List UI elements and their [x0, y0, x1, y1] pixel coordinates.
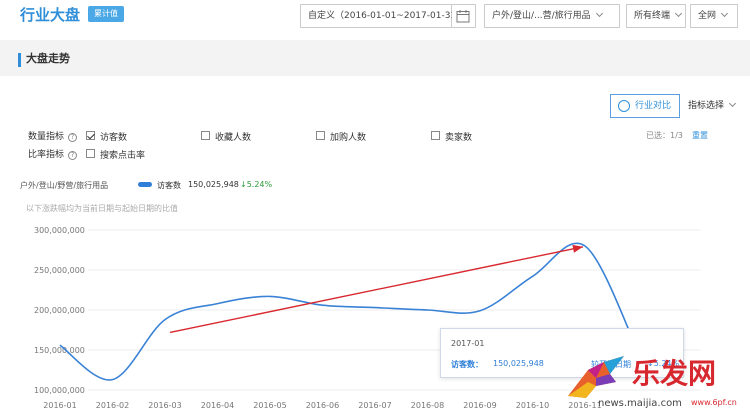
- page-title: 行业大盘: [20, 6, 81, 24]
- y-tick-label: 250,000,000: [34, 266, 85, 275]
- y-tick-label: 300,000,000: [34, 226, 85, 235]
- help-icon[interactable]: ?: [68, 151, 78, 160]
- category-select-text: 户外/登山/...营/旅行用品: [492, 11, 591, 21]
- legend-series-name[interactable]: 访客数: [157, 180, 181, 191]
- tooltip-value: 150,025,948: [493, 359, 544, 368]
- channel-select[interactable]: 全网: [690, 4, 738, 28]
- terminal-select-text: 所有终端: [634, 11, 671, 21]
- x-tick-label: 2016-02: [96, 401, 129, 410]
- top-bar: 行业大盘 累计值 自定义（2016-01-01~2017-01-31） 户外/登…: [0, 0, 750, 32]
- section-header: 大盘走势: [0, 40, 750, 76]
- help-icon[interactable]: ?: [68, 133, 78, 142]
- checkbox-favorites[interactable]: [201, 131, 210, 140]
- date-range-text: 自定义（2016-01-01~2017-01-31）: [308, 11, 466, 21]
- legend-series-value: 150,025,948: [188, 180, 239, 189]
- chevron-down-icon: [720, 9, 729, 18]
- tooltip-date: 2017-01: [451, 339, 485, 348]
- category-select[interactable]: 户外/登山/...营/旅行用品: [484, 4, 620, 28]
- down-arrow-icon: ↓: [240, 180, 247, 189]
- cumulative-badge[interactable]: 累计值: [88, 6, 124, 22]
- section-title: 大盘走势: [26, 52, 70, 65]
- checkbox-label-sellers: 卖家数: [445, 133, 473, 143]
- checkbox-search-ctr[interactable]: [86, 149, 95, 158]
- industry-compare-button[interactable]: 行业对比: [610, 94, 680, 118]
- x-tick-label: 2016-07: [358, 401, 391, 410]
- checkbox-visitors[interactable]: [86, 131, 95, 140]
- watermark-text: 乐发网: [632, 357, 717, 390]
- y-tick-label: 200,000,000: [34, 306, 85, 315]
- checkbox-add-to-cart[interactable]: [316, 131, 325, 140]
- annotation-arrow-head: [572, 244, 583, 253]
- terminal-select[interactable]: 所有终端: [626, 4, 686, 28]
- ratio-metrics-text: 比率指标: [28, 150, 65, 160]
- chevron-down-icon: [595, 9, 603, 18]
- channel-select-text: 全网: [698, 11, 717, 21]
- reset-link[interactable]: 重置: [692, 130, 708, 141]
- watermark-logo-icon: [568, 356, 624, 398]
- x-tick-label: 2016-08: [411, 401, 444, 410]
- industry-compare-label: 行业对比: [635, 101, 672, 111]
- y-tick-label: 100,000,000: [34, 386, 85, 395]
- chevron-down-icon: [674, 9, 683, 18]
- date-range-picker[interactable]: 自定义（2016-01-01~2017-01-31）: [300, 4, 465, 28]
- x-tick-label: 2016-04: [201, 401, 234, 410]
- selected-count: 已选：1/3: [646, 131, 683, 140]
- compare-icon: [618, 100, 630, 112]
- x-tick-label: 2016-10: [516, 401, 549, 410]
- x-tick-label: 2016-03: [148, 401, 181, 410]
- x-tick-label: 2016-01: [43, 401, 76, 410]
- tooltip-key: 访客数：: [451, 360, 483, 369]
- chart-note: 以下涨跌幅均为当前日期与起始日期的比值: [26, 204, 178, 213]
- quantity-metrics-text: 数量指标: [28, 132, 65, 142]
- checkbox-label-add-to-cart: 加购人数: [330, 133, 367, 143]
- y-tick-label: 150,000,000: [34, 346, 85, 355]
- checkbox-label-search-ctr: 搜索点击率: [100, 151, 146, 161]
- legend-change-value: 5.24%: [246, 180, 273, 189]
- calendar-icon[interactable]: [452, 4, 476, 28]
- section-accent-bar: [18, 53, 21, 67]
- x-tick-label: 2016-05: [253, 401, 286, 410]
- checkbox-sellers[interactable]: [431, 131, 440, 140]
- watermark-url: news.maijia.com: [598, 398, 682, 409]
- chevron-down-icon: [728, 99, 737, 108]
- x-tick-label: 2016-11: [568, 401, 601, 410]
- legend-series-change: ↓5.24%: [240, 180, 272, 189]
- watermark-url-secondary: www.6pf.cn: [691, 398, 737, 407]
- legend-category: 户外/登山/野营/旅行用品: [20, 181, 109, 190]
- checkbox-label-visitors: 访客数: [100, 133, 128, 143]
- quantity-metrics-label: 数量指标?: [28, 129, 78, 142]
- x-tick-label: 2016-06: [306, 401, 339, 410]
- legend-series-marker[interactable]: [138, 182, 152, 187]
- indicator-select-label: 指标选择: [688, 101, 725, 111]
- annotation-arrow-shaft: [169, 246, 584, 334]
- checkbox-label-favorites: 收藏人数: [215, 133, 252, 143]
- indicator-select-toggle[interactable]: 指标选择: [688, 98, 737, 111]
- x-tick-label: 2016-09: [463, 401, 496, 410]
- ratio-metrics-label: 比率指标?: [28, 147, 78, 160]
